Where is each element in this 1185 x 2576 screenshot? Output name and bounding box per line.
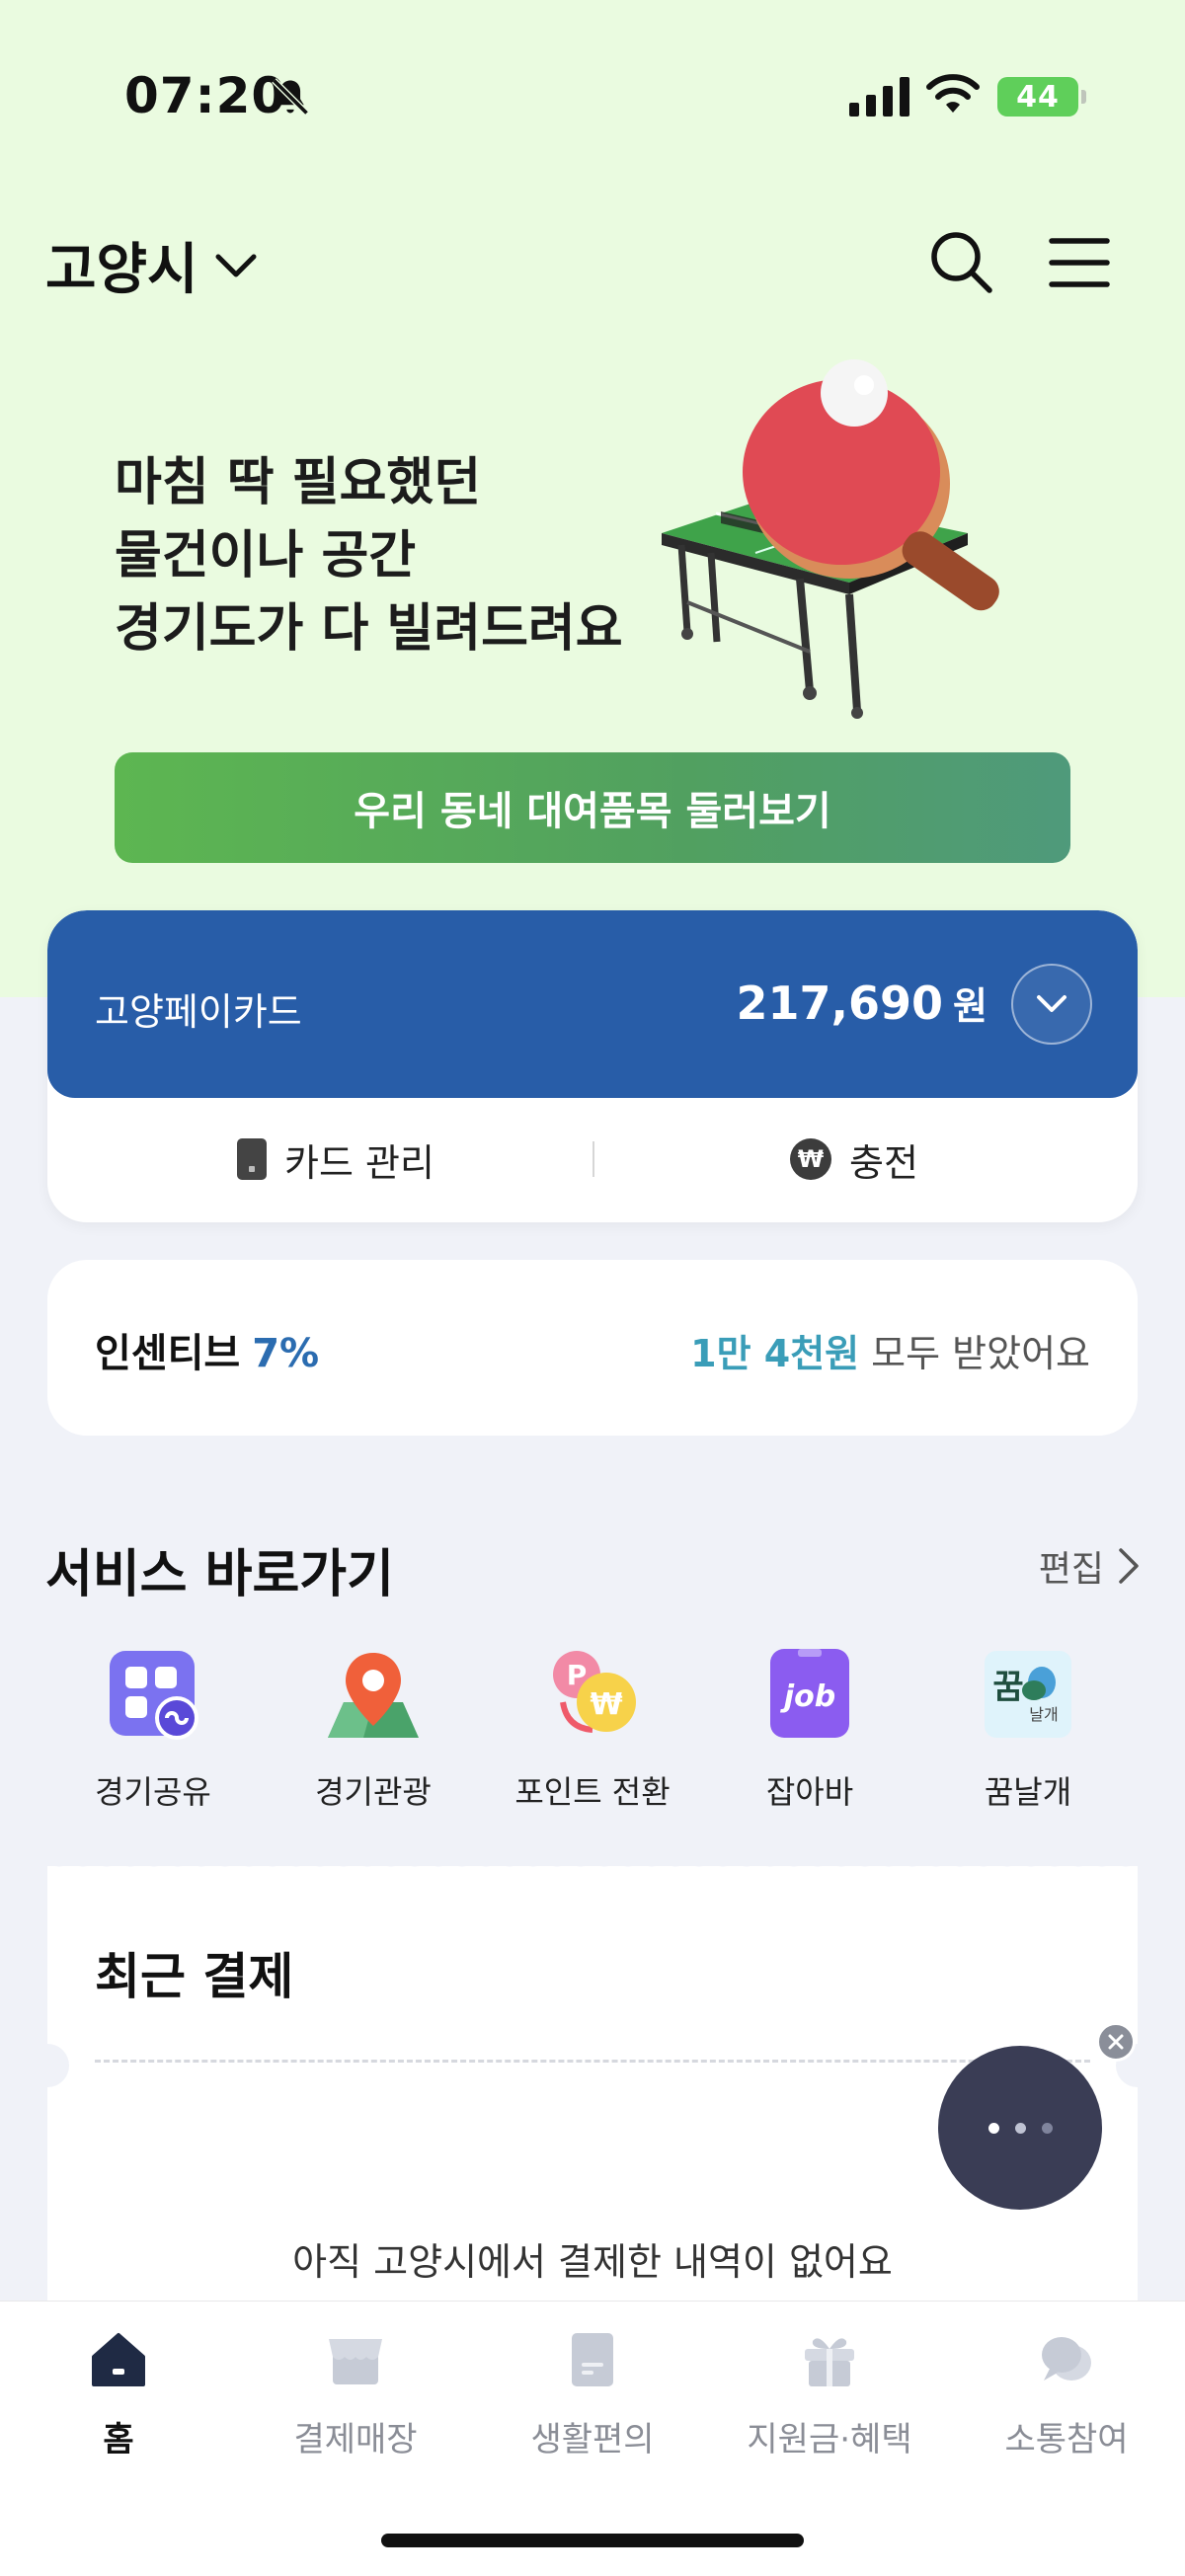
service-dream-wing[interactable]: 꿈 날개 꿈날개 xyxy=(919,1647,1137,1813)
card-header[interactable]: 고양페이카드 217,690 원 xyxy=(47,910,1138,1098)
signal-icon xyxy=(849,77,909,117)
chevron-down-icon xyxy=(215,254,257,276)
svg-text:₩: ₩ xyxy=(590,1687,622,1722)
service-label: 경기관광 xyxy=(315,1773,432,1811)
charge-label: 충전 xyxy=(849,1140,918,1185)
store-icon xyxy=(329,2339,382,2384)
nav-label: 결제매장 xyxy=(293,2420,418,2459)
floating-more-button[interactable] xyxy=(938,2046,1102,2210)
city-selector[interactable]: 고양시 xyxy=(45,225,258,305)
incentive-received: 1만 4천원 모두 받았어요 xyxy=(690,1323,1090,1377)
nav-label: 지원금·혜택 xyxy=(747,2420,912,2459)
dot xyxy=(988,2122,999,2134)
search-icon[interactable] xyxy=(928,229,993,294)
dot xyxy=(1041,2122,1053,2134)
empty-message: 아직 고양시에서 결제한 내역이 없어요 xyxy=(292,2240,893,2284)
nav-home[interactable]: 홈 xyxy=(10,2329,227,2460)
card-amount: 217,690 xyxy=(736,976,944,1030)
dream-wing-icon: 꿈 날개 xyxy=(985,1651,1071,1738)
hero-line: 경기도가 다 빌려드려요 xyxy=(115,599,623,659)
incentive-panel[interactable]: 인센티브 7% 1만 4천원 모두 받았어요 xyxy=(47,1260,1138,1436)
dot xyxy=(1014,2122,1026,2134)
ticket-edge xyxy=(47,1856,1138,1876)
services-title: 서비스 바로가기 xyxy=(45,1545,394,1604)
city-name: 고양시 xyxy=(45,238,198,302)
service-share[interactable]: 경기공유 xyxy=(44,1647,262,1813)
card-balance: 217,690 원 xyxy=(737,976,988,1030)
document-icon xyxy=(572,2333,613,2386)
menu-icon[interactable] xyxy=(1049,237,1110,288)
ticket-notch xyxy=(26,2044,69,2087)
bell-off-icon xyxy=(272,78,309,116)
recent-title: 최근 결제 xyxy=(95,1948,294,2005)
service-tour[interactable]: 경기관광 xyxy=(265,1647,482,1813)
status-time: 07:20 xyxy=(124,67,287,124)
ping-pong-illustration xyxy=(662,359,999,719)
battery-indicator: 44 xyxy=(997,77,1086,117)
incentive-percent: 7% xyxy=(252,1331,320,1376)
service-point-convert[interactable]: P ₩ 포인트 전환 xyxy=(484,1647,701,1813)
nav-community[interactable]: 소통참여 xyxy=(958,2329,1175,2460)
nav-label: 홈 xyxy=(103,2420,134,2459)
nav-label: 소통참여 xyxy=(1004,2420,1129,2459)
nav-life[interactable]: 생활편의 xyxy=(484,2329,701,2460)
job-icon: job xyxy=(770,1649,849,1738)
card-manage-label: 카드 관리 xyxy=(284,1140,434,1185)
service-label: 잡아바 xyxy=(765,1773,854,1811)
card-name: 고양페이카드 xyxy=(95,990,302,1034)
incentive-amount: 1만 4천원 xyxy=(690,1332,860,1375)
chat-icon xyxy=(1042,2337,1091,2381)
svg-text:날개: 날개 xyxy=(1029,1705,1058,1724)
hero-line: 물건이나 공간 xyxy=(115,526,417,585)
share-icon xyxy=(110,1651,198,1740)
service-label: 꿈날개 xyxy=(984,1773,1072,1811)
fab-close-button[interactable] xyxy=(1096,2022,1136,2062)
won-icon: ₩ xyxy=(790,1138,831,1180)
incentive-rate: 인센티브 7% xyxy=(95,1321,319,1378)
charge-button[interactable]: ₩ 충전 xyxy=(790,1130,918,1189)
incentive-label: 인센티브 xyxy=(95,1331,241,1376)
service-job[interactable]: job 잡아바 xyxy=(701,1647,918,1813)
gift-icon xyxy=(805,2338,854,2386)
nav-label: 생활편의 xyxy=(530,2420,655,2459)
svg-text:꿈: 꿈 xyxy=(992,1668,1023,1707)
edit-label: 편집 xyxy=(1038,1549,1104,1590)
home-icon xyxy=(92,2333,145,2386)
service-label: 경기공유 xyxy=(95,1773,211,1811)
browse-rentals-button[interactable]: 우리 동네 대여품목 둘러보기 xyxy=(115,752,1070,863)
card-icon xyxy=(237,1138,267,1180)
incentive-suffix: 모두 받았어요 xyxy=(871,1332,1090,1375)
point-convert-icon: P ₩ xyxy=(553,1651,636,1733)
nav-benefits[interactable]: 지원금·혜택 xyxy=(721,2329,938,2460)
card-currency: 원 xyxy=(953,984,988,1028)
pay-card-panel: 고양페이카드 217,690 원 카드 관리 ₩ 충전 xyxy=(47,910,1138,1222)
wifi-icon xyxy=(926,74,980,113)
svg-text:job: job xyxy=(780,1679,835,1714)
service-label: 포인트 전환 xyxy=(514,1773,671,1811)
home-indicator xyxy=(381,2534,804,2547)
hero-headline: 마침 딱 필요했던 물건이나 공간 경기도가 다 빌려드려요 xyxy=(115,446,623,665)
dashed-divider xyxy=(95,2060,1090,2063)
chevron-down-icon xyxy=(1037,995,1066,1012)
battery-level: 44 xyxy=(1016,79,1060,115)
card-expand-button[interactable] xyxy=(1011,964,1092,1045)
nav-stores[interactable]: 결제매장 xyxy=(247,2329,464,2460)
card-manage-button[interactable]: 카드 관리 xyxy=(237,1130,434,1189)
chevron-right-icon xyxy=(1119,1548,1139,1584)
divider xyxy=(592,1141,594,1177)
services-edit-button[interactable]: 편집 xyxy=(1039,1540,1140,1592)
close-icon xyxy=(1108,2034,1124,2050)
map-pin-icon xyxy=(328,1653,419,1738)
hero-line: 마침 딱 필요했던 xyxy=(115,453,482,512)
